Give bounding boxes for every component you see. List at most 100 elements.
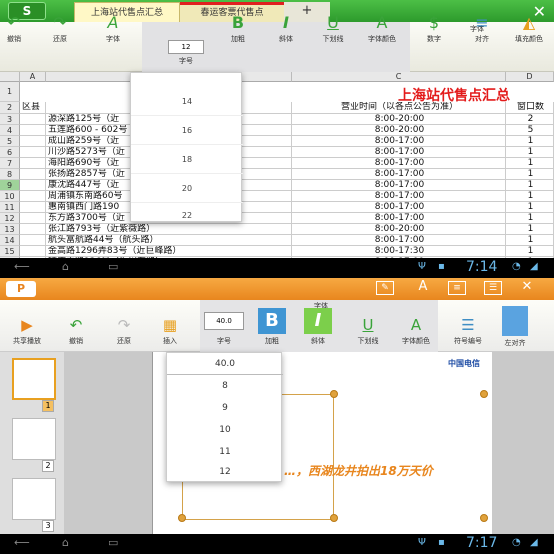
table-cell[interactable] <box>20 191 46 202</box>
table-cell[interactable] <box>20 213 46 224</box>
table-cell-address[interactable]: 张江路793号（近紫薇路） <box>46 224 292 235</box>
column-header-d[interactable]: D <box>506 72 554 82</box>
share-play-button[interactable]: ▶ 共享播放 <box>10 314 44 346</box>
size-option[interactable]: 12 <box>167 461 283 483</box>
table-cell-hours[interactable]: 8:00-17:00 <box>292 180 506 191</box>
size-option[interactable]: 9 <box>167 397 283 419</box>
table-cell-address[interactable]: 航头富航路44号（航头路） <box>46 235 292 246</box>
resize-handle[interactable] <box>480 514 488 522</box>
table-cell-windows[interactable]: 1 <box>506 213 554 224</box>
row-header[interactable]: 3 <box>0 114 20 125</box>
size-option[interactable]: 16 <box>131 116 243 145</box>
undo-button[interactable]: ↶ 撤销 <box>64 314 88 346</box>
resize-handle[interactable] <box>330 390 338 398</box>
table-cell[interactable] <box>20 125 46 136</box>
recent-apps-icon[interactable]: ▭ <box>108 260 118 273</box>
table-cell[interactable] <box>20 158 46 169</box>
slide-text-box[interactable]: …，西湖龙井拍出18万天价 <box>284 462 433 479</box>
table-cell[interactable] <box>20 202 46 213</box>
bullets-button[interactable]: ☰ 符号编号 <box>452 314 484 346</box>
row-header[interactable]: 1 <box>0 82 20 102</box>
row-header[interactable]: 8 <box>0 169 20 180</box>
table-cell-windows[interactable]: 5 <box>506 125 554 136</box>
undo-button[interactable]: ↶ 撤销 <box>4 12 24 44</box>
table-cell-hours[interactable]: 8:00-17:30 <box>292 246 506 257</box>
row-header[interactable]: 4 <box>0 125 20 136</box>
font-color-button[interactable]: A 字体颜色 <box>400 314 432 346</box>
font-size-input[interactable]: 40.0 <box>204 312 244 330</box>
redo-button[interactable]: ↷ 还原 <box>50 12 70 44</box>
font-color-button[interactable]: A 字体颜色 <box>366 12 398 44</box>
row-header[interactable]: 11 <box>0 202 20 213</box>
align-left-button[interactable] <box>502 306 528 336</box>
table-cell-windows[interactable]: 1 <box>506 136 554 147</box>
back-icon[interactable]: ⟵ <box>14 536 30 549</box>
size-option[interactable]: 11 <box>167 441 283 463</box>
size-option-selected[interactable]: 40.0 <box>167 353 283 375</box>
recent-apps-icon[interactable]: ▭ <box>108 536 118 549</box>
table-cell[interactable] <box>20 224 46 235</box>
table-cell-windows[interactable]: 1 <box>506 191 554 202</box>
column-header-a[interactable]: A <box>20 72 46 82</box>
table-cell-windows[interactable]: 1 <box>506 202 554 213</box>
insert-button[interactable]: ▦ 插入 <box>158 314 182 346</box>
row-header[interactable]: 10 <box>0 191 20 202</box>
resize-handle[interactable] <box>330 514 338 522</box>
table-cell-hours[interactable]: 8:00-17:00 <box>292 213 506 224</box>
app-menu-button[interactable]: P <box>6 281 36 297</box>
table-cell-address[interactable]: 金高路1296弄83号（近巨峰路） <box>46 246 292 257</box>
resize-handle[interactable] <box>480 390 488 398</box>
row-header[interactable]: 7 <box>0 158 20 169</box>
header-cell-district[interactable]: 区县 <box>20 102 46 114</box>
underline-button[interactable]: U 下划线 <box>320 12 346 44</box>
resize-handle[interactable] <box>178 514 186 522</box>
close-icon[interactable]: ✕ <box>518 280 536 295</box>
table-cell-windows[interactable]: 1 <box>506 246 554 257</box>
table-cell-windows[interactable]: 1 <box>506 235 554 246</box>
underline-button[interactable]: U 下划线 <box>354 314 382 346</box>
paragraph-icon[interactable]: ≡ <box>448 281 466 295</box>
row-header[interactable]: 2 <box>0 102 20 114</box>
row-header[interactable]: 13 <box>0 224 20 235</box>
table-cell[interactable] <box>20 246 46 257</box>
size-option[interactable]: 22 <box>131 203 243 223</box>
table-cell-windows[interactable]: 1 <box>506 224 554 235</box>
size-option[interactable]: 14 <box>131 87 243 116</box>
header-cell-hours[interactable]: 营业时间（以各点公告为准） <box>292 102 506 114</box>
size-option[interactable]: 8 <box>167 375 283 397</box>
table-cell[interactable] <box>20 114 46 125</box>
edit-icon[interactable]: ✎ <box>376 281 394 295</box>
number-format-button[interactable]: $ 数字 <box>424 12 444 44</box>
slide-thumbnail[interactable] <box>12 478 56 520</box>
table-cell-hours[interactable]: 8:00-20:00 <box>292 114 506 125</box>
bold-button[interactable]: B 加粗 <box>228 12 248 44</box>
row-header[interactable]: 9 <box>0 180 20 191</box>
row-header[interactable]: 6 <box>0 147 20 158</box>
size-option[interactable]: 10 <box>167 419 283 441</box>
back-icon[interactable]: ⟵ <box>14 260 30 273</box>
table-cell-hours[interactable]: 8:00-20:00 <box>292 125 506 136</box>
slide-thumbnail[interactable] <box>12 358 56 400</box>
table-cell-windows[interactable]: 1 <box>506 158 554 169</box>
row-header[interactable]: 15 <box>0 246 20 257</box>
table-cell[interactable] <box>20 147 46 158</box>
table-cell-hours[interactable]: 8:00-17:00 <box>292 158 506 169</box>
font-icon[interactable]: A <box>414 280 432 295</box>
font-button[interactable]: A 字体 <box>102 12 124 44</box>
list-icon[interactable]: ☰ <box>484 281 502 295</box>
italic-button[interactable]: I <box>304 308 332 334</box>
table-cell[interactable] <box>20 169 46 180</box>
size-option[interactable]: 20 <box>131 174 243 203</box>
row-header[interactable]: 5 <box>0 136 20 147</box>
bold-button[interactable]: B <box>258 308 286 334</box>
table-cell-hours[interactable]: 8:00-17:00 <box>292 169 506 180</box>
table-cell-hours[interactable]: 8:00-17:00 <box>292 235 506 246</box>
header-cell-windows[interactable]: 窗口数 <box>506 102 554 114</box>
table-cell-hours[interactable]: 8:00-17:00 <box>292 136 506 147</box>
align-button[interactable]: ≡ 对齐 <box>472 12 492 44</box>
table-cell-hours[interactable]: 8:00-17:00 <box>292 147 506 158</box>
fill-color-button[interactable]: ◭ 填充颜色 <box>514 12 544 44</box>
tab-sheet-1[interactable]: 上海站代售点汇总 <box>74 2 180 22</box>
italic-button[interactable]: I 斜体 <box>276 12 296 44</box>
table-cell-windows[interactable]: 2 <box>506 114 554 125</box>
